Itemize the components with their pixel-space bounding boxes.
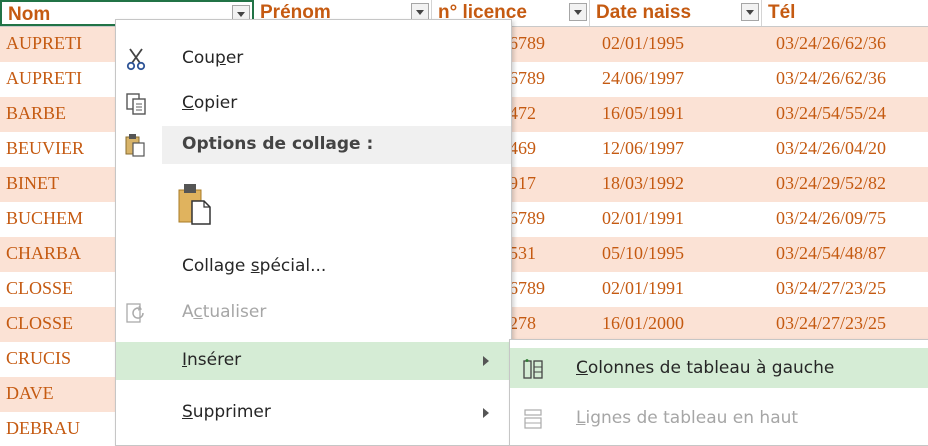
menu-item-insert[interactable]: Insérer bbox=[116, 342, 511, 380]
cell-tel[interactable]: 03/24/27/23/25 bbox=[776, 278, 886, 299]
filter-dropdown-icon[interactable] bbox=[569, 3, 587, 21]
header-label-nom: Nom bbox=[8, 4, 51, 25]
cell-nom[interactable]: BINET bbox=[6, 173, 59, 194]
header-cell-tel[interactable]: Tél bbox=[762, 0, 928, 26]
submenu-item-insert-rows-above[interactable]: Lignes de tableau en haut bbox=[510, 398, 928, 438]
paste-options-icon bbox=[125, 134, 145, 157]
refresh-icon bbox=[126, 303, 144, 323]
header-label-date: Date naiss bbox=[596, 2, 692, 23]
menu-label-delete: Supprimer bbox=[182, 402, 271, 422]
cell-tel[interactable]: 03/24/26/62/36 bbox=[776, 33, 886, 54]
cell-nom[interactable]: CLOSSE bbox=[6, 313, 73, 334]
paste-options-label: Options de collage : bbox=[182, 134, 374, 154]
cell-date[interactable]: 16/01/2000 bbox=[602, 313, 684, 334]
cell-date[interactable]: 16/05/1991 bbox=[602, 103, 684, 124]
cell-tel[interactable]: 03/24/29/52/82 bbox=[776, 173, 886, 194]
menu-label-copy: Copier bbox=[182, 93, 238, 113]
cell-date[interactable]: 12/06/1997 bbox=[602, 138, 684, 159]
cell-date[interactable]: 05/10/1995 bbox=[602, 243, 684, 264]
cell-date[interactable]: 02/01/1991 bbox=[602, 278, 684, 299]
cell-tel[interactable]: 03/24/54/55/24 bbox=[776, 103, 886, 124]
menu-label-cut: Couper bbox=[182, 48, 244, 68]
cell-nom[interactable]: CHARBA bbox=[6, 243, 81, 264]
copy-icon bbox=[126, 93, 146, 115]
menu-label-insert: Insérer bbox=[182, 350, 242, 370]
cell-nom[interactable]: DAVE bbox=[6, 383, 54, 404]
cell-nom[interactable]: BARBE bbox=[6, 103, 66, 124]
cell-nom[interactable]: AUPRETI bbox=[6, 68, 82, 89]
cell-nom[interactable]: CRUCIS bbox=[6, 348, 71, 369]
header-cell-date[interactable]: Date naiss bbox=[590, 0, 762, 26]
insert-row-icon bbox=[524, 409, 542, 429]
menu-item-paste-special[interactable]: Collage spécial... bbox=[116, 248, 511, 286]
menu-item-copy[interactable]: Copier bbox=[116, 85, 511, 123]
submenu-label-insert-rows-above: Lignes de tableau en haut bbox=[576, 408, 799, 428]
scissors-icon bbox=[126, 48, 146, 71]
submenu-item-insert-columns-left[interactable]: Colonnes de tableau à gauche bbox=[510, 348, 928, 388]
cell-tel[interactable]: 03/24/27/23/25 bbox=[776, 313, 886, 334]
insert-submenu: Colonnes de tableau à gauche Lignes de t… bbox=[509, 339, 928, 446]
menu-label-refresh: Actualiser bbox=[182, 302, 267, 322]
menu-item-delete[interactable]: Supprimer bbox=[116, 394, 511, 432]
cell-nom[interactable]: BUCHEM bbox=[6, 208, 83, 229]
cell-date[interactable]: 18/03/1992 bbox=[602, 173, 684, 194]
submenu-arrow-icon bbox=[483, 356, 489, 366]
menu-item-cut[interactable]: Couper bbox=[116, 40, 511, 78]
paste-icon[interactable] bbox=[178, 183, 212, 225]
menu-item-refresh[interactable]: Actualiser bbox=[116, 294, 511, 332]
cell-nom[interactable]: DEBRAU bbox=[6, 418, 80, 439]
cell-date[interactable]: 02/01/1995 bbox=[602, 33, 684, 54]
cell-tel[interactable]: 03/24/26/04/20 bbox=[776, 138, 886, 159]
insert-column-icon bbox=[523, 359, 543, 379]
cell-tel[interactable]: 03/24/54/48/87 bbox=[776, 243, 886, 264]
context-menu: Couper Copier Options de collage : Colla… bbox=[115, 19, 512, 446]
menu-label-paste-special: Collage spécial... bbox=[182, 256, 327, 276]
cell-nom[interactable]: AUPRETI bbox=[6, 33, 82, 54]
cell-nom[interactable]: BEUVIER bbox=[6, 138, 84, 159]
header-label-tel: Tél bbox=[768, 2, 796, 23]
cell-date[interactable]: 24/06/1997 bbox=[602, 68, 684, 89]
submenu-arrow-icon bbox=[483, 408, 489, 418]
cell-nom[interactable]: CLOSSE bbox=[6, 278, 73, 299]
cell-tel[interactable]: 03/24/26/09/75 bbox=[776, 208, 886, 229]
cell-tel[interactable]: 03/24/26/62/36 bbox=[776, 68, 886, 89]
filter-dropdown-icon[interactable] bbox=[741, 3, 759, 21]
paste-options-header: Options de collage : bbox=[162, 126, 511, 164]
cell-date[interactable]: 02/01/1991 bbox=[602, 208, 684, 229]
submenu-label-insert-columns-left: Colonnes de tableau à gauche bbox=[576, 358, 835, 378]
